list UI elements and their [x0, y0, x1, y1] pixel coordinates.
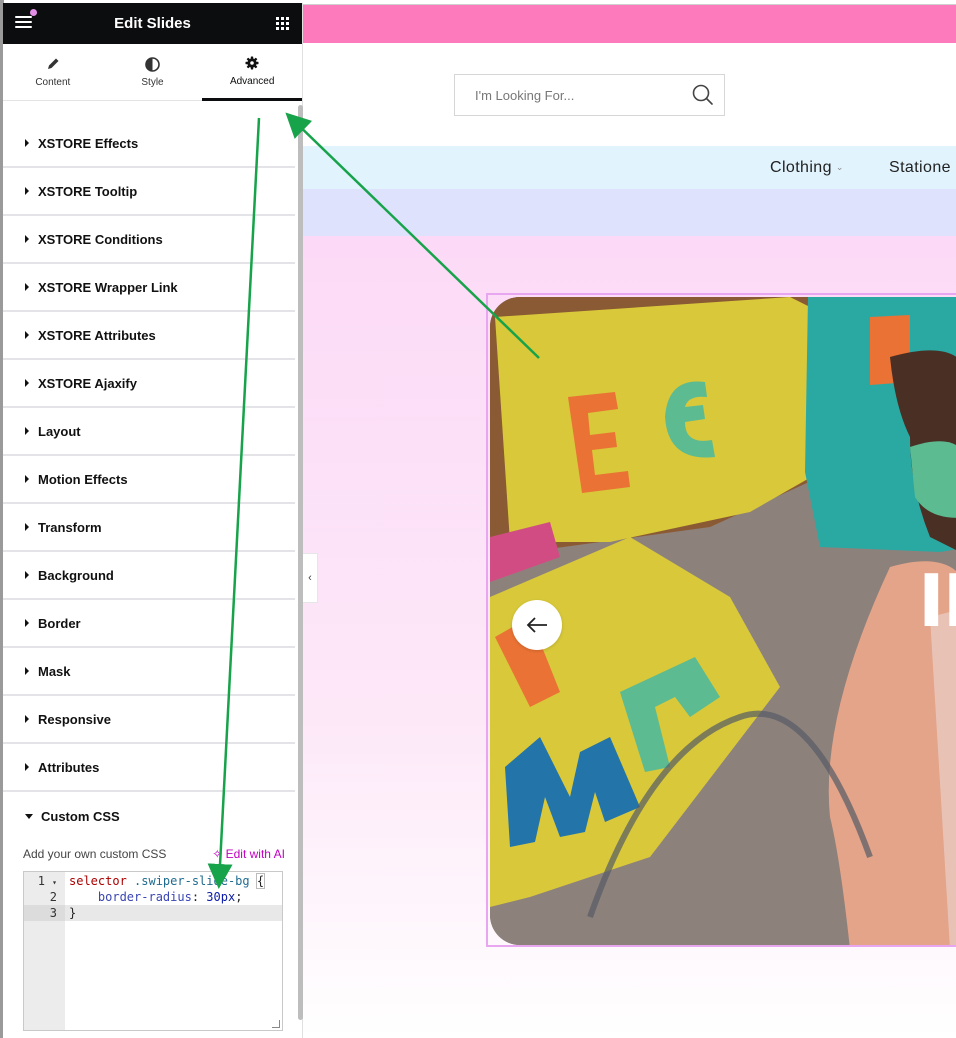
line-number: 2 [49, 890, 57, 904]
section-label: Layout [38, 423, 81, 439]
section-label: Border [38, 615, 81, 631]
section-layout[interactable]: Layout [3, 408, 295, 456]
section-xstore-tooltip[interactable]: XSTORE Tooltip [3, 168, 295, 216]
section-mask[interactable]: Mask [3, 648, 295, 696]
section-custom-css[interactable]: Custom CSS [3, 792, 295, 840]
caret-down-icon [25, 813, 33, 819]
gear-icon [244, 55, 260, 71]
caret-right-icon [25, 331, 29, 339]
sparkle-icon: ✧ [212, 847, 223, 861]
fold-icon[interactable]: ▾ [52, 878, 57, 887]
notification-dot [30, 9, 37, 16]
top-bar [303, 4, 956, 43]
panel-tabs: Content Style Advanced [3, 44, 303, 101]
section-xstore-ajaxify[interactable]: XSTORE Ajaxify [3, 360, 295, 408]
code-line: border-radius: 30px; [97, 890, 243, 904]
nav-item-clothing[interactable]: Clothing ⌄ [770, 159, 844, 177]
panel-title: Edit Slides [114, 15, 191, 32]
section-label: Custom CSS [41, 808, 120, 824]
header-band [303, 189, 956, 236]
caret-right-icon [25, 139, 29, 147]
site-preview: I'm Looking For... Clothing ⌄ Statione I [303, 0, 956, 1038]
grid-icon[interactable] [276, 17, 289, 30]
caret-right-icon [25, 235, 29, 243]
code-line: } [65, 905, 282, 921]
resize-handle[interactable] [272, 1020, 280, 1028]
section-responsive[interactable]: Responsive [3, 696, 295, 744]
tab-label: Content [35, 77, 71, 88]
caret-right-icon [25, 427, 29, 435]
slide-prev-button[interactable] [512, 600, 562, 650]
caret-right-icon [25, 283, 29, 291]
slide-background-image[interactable]: IM [490, 297, 956, 945]
custom-css-body: Add your own custom CSS ✧ Edit with AI 1… [23, 846, 285, 1031]
nav-label: Clothing [770, 158, 832, 176]
section-label: XSTORE Ajaxify [38, 375, 137, 391]
section-label: XSTORE Conditions [38, 231, 163, 247]
panel-collapse-handle[interactable]: ‹ [303, 553, 318, 603]
section-label: Mask [38, 663, 71, 679]
caret-right-icon [25, 187, 29, 195]
tab-label: Style [141, 77, 164, 88]
caret-right-icon [25, 523, 29, 531]
section-label: Background [38, 567, 114, 583]
tab-advanced[interactable]: Advanced [202, 44, 303, 101]
edit-with-ai-label: Edit with AI [225, 847, 285, 861]
section-label: XSTORE Attributes [38, 327, 156, 343]
caret-right-icon [25, 571, 29, 579]
section-attributes[interactable]: Attributes [3, 744, 295, 792]
arrow-left-icon [526, 617, 547, 633]
section-label: XSTORE Wrapper Link [38, 279, 178, 295]
caret-right-icon [25, 763, 29, 771]
chevron-left-icon: ‹ [308, 572, 312, 584]
caret-right-icon [25, 715, 29, 723]
chevron-down-icon: ⌄ [835, 162, 844, 172]
section-label: Responsive [38, 711, 111, 727]
line-number: 3 [24, 905, 65, 921]
caret-right-icon [25, 619, 29, 627]
search-icon[interactable] [692, 84, 714, 106]
custom-css-editor[interactable]: 1 ▾ 2 3 selector .swiper-slide-bg { bord… [23, 871, 283, 1031]
section-label: XSTORE Effects [38, 135, 139, 151]
tab-label: Advanced [229, 76, 275, 87]
nav-label: Statione [889, 158, 951, 176]
tab-content[interactable]: Content [3, 44, 103, 100]
advanced-sections: XSTORE Effects XSTORE Tooltip XSTORE Con… [3, 120, 295, 840]
section-label: Transform [38, 519, 102, 535]
search-input[interactable]: I'm Looking For... [454, 74, 725, 116]
panel-header: Edit Slides [3, 3, 302, 44]
section-xstore-wrapper-link[interactable]: XSTORE Wrapper Link [3, 264, 295, 312]
section-label: Attributes [38, 759, 100, 775]
slide-heading: IM [918, 559, 956, 643]
tab-style[interactable]: Style [103, 44, 203, 100]
editor-panel: Edit Slides Content Style Advanced XSTOR… [3, 3, 303, 1038]
code-area[interactable]: selector .swiper-slide-bg { border-radiu… [65, 872, 282, 1030]
caret-right-icon [25, 667, 29, 675]
caret-right-icon [25, 475, 29, 483]
search-placeholder: I'm Looking For... [475, 87, 575, 103]
section-xstore-effects[interactable]: XSTORE Effects [3, 120, 295, 168]
half-circle-icon [145, 56, 161, 72]
slides-widget[interactable]: IM [486, 293, 956, 947]
hamburger-icon[interactable] [15, 16, 32, 30]
section-motion-effects[interactable]: Motion Effects [3, 456, 295, 504]
section-border[interactable]: Border [3, 600, 295, 648]
section-xstore-conditions[interactable]: XSTORE Conditions [3, 216, 295, 264]
edit-with-ai-button[interactable]: ✧ Edit with AI [212, 847, 285, 861]
code-line: selector .swiper-slide-bg { [69, 873, 266, 889]
custom-css-description: Add your own custom CSS [23, 847, 167, 861]
section-label: XSTORE Tooltip [38, 183, 138, 199]
caret-right-icon [25, 379, 29, 387]
section-transform[interactable]: Transform [3, 504, 295, 552]
section-xstore-attributes[interactable]: XSTORE Attributes [3, 312, 295, 360]
line-gutter: 1 ▾ 2 3 [24, 872, 65, 1030]
section-label: Motion Effects [38, 471, 128, 487]
nav-item-stationery[interactable]: Statione [889, 159, 951, 177]
section-background[interactable]: Background [3, 552, 295, 600]
line-number: 1 ▾ [37, 874, 57, 888]
main-nav: Clothing ⌄ Statione [303, 146, 956, 189]
pencil-icon [45, 56, 61, 72]
panel-scrollbar[interactable] [298, 105, 303, 1020]
